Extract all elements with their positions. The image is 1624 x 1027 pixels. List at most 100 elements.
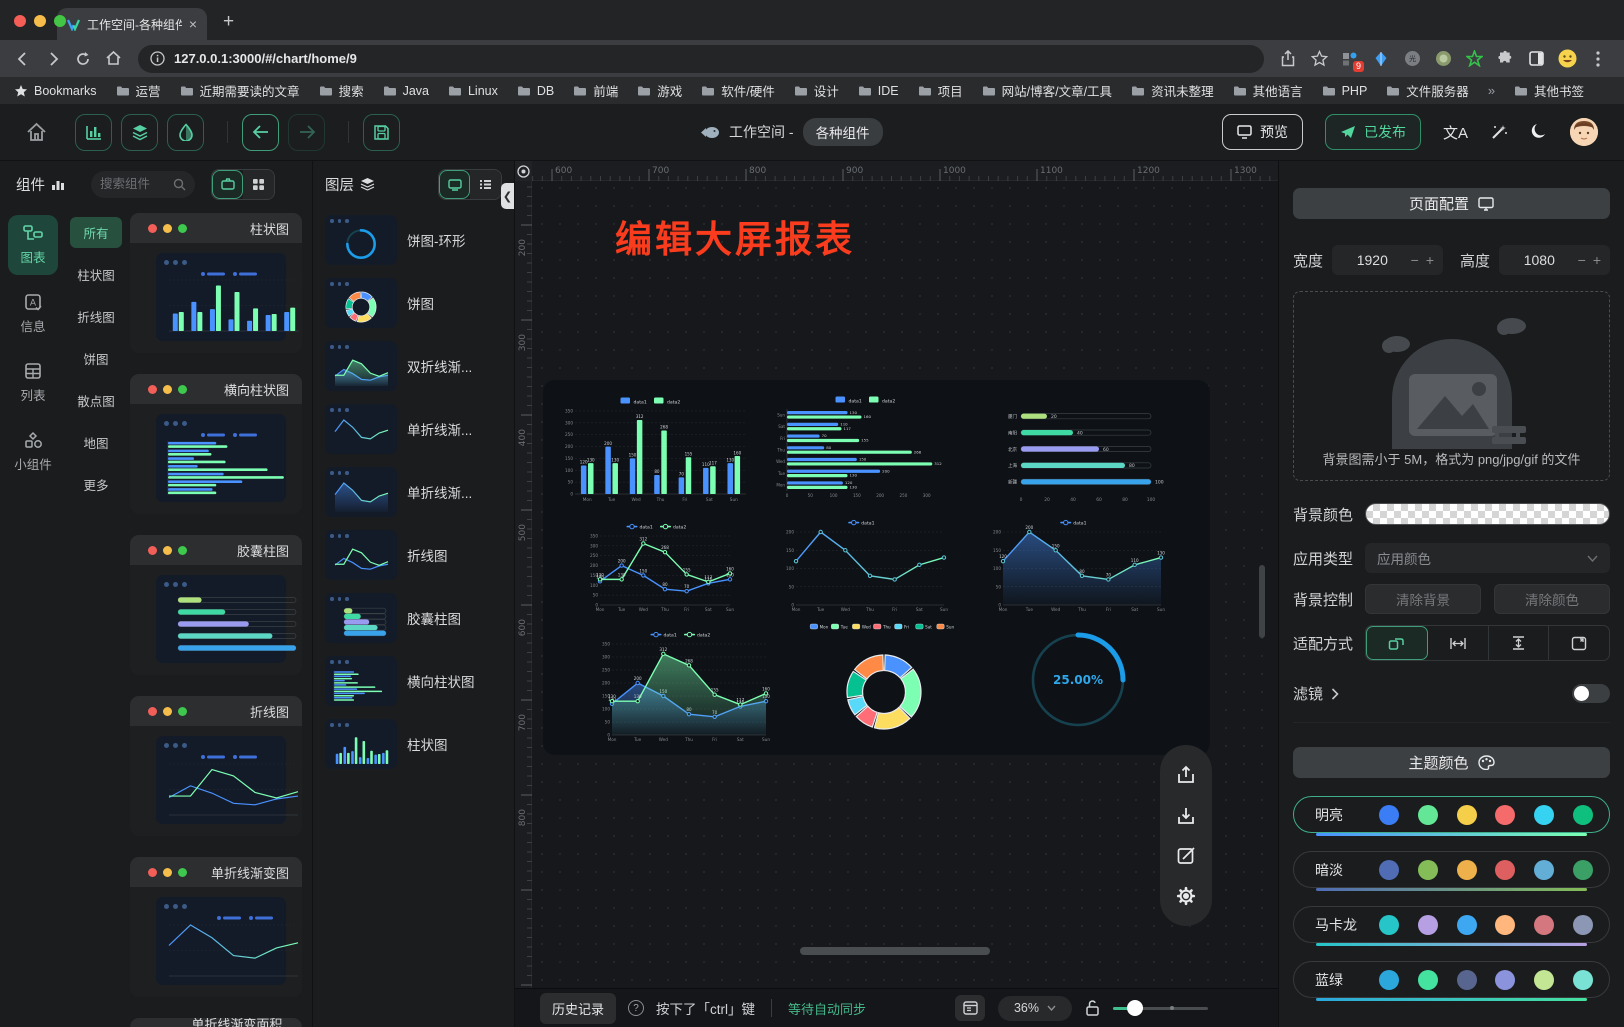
theme-color-dot[interactable]	[1495, 860, 1515, 880]
component-search-box[interactable]	[91, 171, 195, 198]
category-柱状图[interactable]: 柱状图	[70, 259, 122, 290]
bookmark-item[interactable]: 近期需要读的文章	[180, 81, 300, 100]
fit-scale-button[interactable]	[1366, 626, 1428, 660]
theme-row-暗淡[interactable]: 暗淡	[1293, 851, 1610, 888]
chart-bar[interactable]: data1data2050100150200250300350120200150…	[558, 394, 750, 504]
increment-icon[interactable]: +	[1593, 252, 1601, 268]
chart-hbar[interactable]: data1data2Sun130160Sat110117Fri70155Thu8…	[771, 394, 967, 500]
category-更多[interactable]: 更多	[70, 469, 122, 500]
home-icon[interactable]	[100, 46, 126, 72]
theme-color-dot[interactable]	[1457, 860, 1477, 880]
chart-line1[interactable]: data1050100150200MonTueWedThuFriSatSun	[779, 516, 951, 614]
theme-color-dot[interactable]	[1418, 805, 1438, 825]
sidebar-nav-小组件[interactable]: 小组件	[8, 422, 58, 482]
layer-item-单折线渐...[interactable]: 单折线渐...	[325, 404, 508, 454]
layer-item-饼图-环形[interactable]: 饼图-环形	[325, 215, 508, 265]
theme-color-dot[interactable]	[1573, 915, 1593, 935]
theme-color-dot[interactable]	[1379, 805, 1399, 825]
theme-color-dot[interactable]	[1534, 915, 1554, 935]
app-type-select[interactable]: 应用颜色	[1365, 543, 1610, 573]
dark-mode-moon-icon[interactable]	[1530, 123, 1548, 141]
clear-color-button[interactable]: 清除颜色	[1494, 584, 1610, 614]
layer-item-柱状图[interactable]: 柱状图	[325, 719, 508, 769]
bookmark-star-icon[interactable]	[1309, 49, 1329, 69]
theme-color-dot[interactable]	[1495, 915, 1515, 935]
fit-stretch-button[interactable]	[1549, 626, 1609, 660]
chart-pie[interactable]: MonTueWedThuFriSatSun	[799, 620, 969, 738]
category-散点图[interactable]: 散点图	[70, 385, 122, 416]
big-screen-title-text[interactable]: 编辑大屏报表	[615, 209, 855, 263]
component-card-横向柱状图[interactable]: 横向柱状图	[130, 374, 302, 514]
theme-row-马卡龙[interactable]: 马卡龙	[1293, 906, 1610, 943]
chart-ring[interactable]: 25.00%	[1011, 618, 1145, 736]
increment-icon[interactable]: +	[1426, 252, 1434, 268]
bookmark-item[interactable]: 搜索	[319, 81, 364, 100]
theme-color-dot[interactable]	[1457, 915, 1477, 935]
translate-icon[interactable]: 文A	[1443, 122, 1468, 143]
category-饼图[interactable]: 饼图	[70, 343, 122, 374]
clear-background-button[interactable]: 清除背景	[1365, 584, 1481, 614]
sidebar-extension-icon[interactable]	[1526, 49, 1546, 69]
theme-color-dot[interactable]	[1573, 970, 1593, 990]
theme-color-dot[interactable]	[1495, 805, 1515, 825]
bookmark-item[interactable]: 文件服务器	[1386, 81, 1469, 100]
chart-capsule[interactable]: 厦门20南阳40北京60上海80新疆100020406080100	[995, 400, 1173, 506]
tab-close-icon[interactable]: ×	[189, 16, 197, 32]
bookmark-item[interactable]: Linux	[448, 84, 498, 98]
zoom-slider[interactable]	[1113, 1007, 1208, 1010]
category-所有[interactable]: 所有	[70, 217, 122, 248]
history-button[interactable]: 历史记录	[540, 993, 616, 1024]
avatar-emoji-icon[interactable]	[1557, 49, 1577, 69]
bookmarks-overflow[interactable]: »	[1488, 83, 1495, 98]
project-name-badge[interactable]: 各种组件	[803, 118, 883, 146]
single-view-toggle-button[interactable]	[212, 170, 243, 199]
new-tab-button[interactable]: +	[223, 11, 234, 33]
height-value[interactable]: 1080	[1508, 252, 1571, 268]
edit-icon[interactable]	[1176, 845, 1197, 866]
component-card-单折线渐变图[interactable]: 单折线渐变图	[130, 857, 302, 997]
panel-layout-icon[interactable]	[955, 995, 985, 1021]
theme-color-dot[interactable]	[1457, 805, 1477, 825]
extension-grid-icon[interactable]: 9	[1340, 49, 1360, 69]
window-controls[interactable]	[14, 15, 66, 27]
width-value[interactable]: 1920	[1341, 252, 1404, 268]
menu-dots-icon[interactable]	[1588, 49, 1608, 69]
theme-color-dot[interactable]	[1379, 915, 1399, 935]
grid-view-toggle-button[interactable]	[243, 170, 274, 199]
bookmarks-root[interactable]: Bookmarks	[14, 84, 97, 98]
layer-item-胶囊柱图[interactable]: 胶囊柱图	[325, 593, 508, 643]
site-info-icon[interactable]	[150, 51, 165, 66]
bookmark-item[interactable]: 前端	[573, 81, 618, 100]
decrement-icon[interactable]: −	[1411, 252, 1419, 268]
theme-color-dot[interactable]	[1534, 860, 1554, 880]
bookmark-item[interactable]: 项目	[918, 81, 963, 100]
publish-button[interactable]: 已发布	[1325, 114, 1421, 150]
chevron-right-icon[interactable]	[1331, 688, 1339, 700]
save-button[interactable]	[363, 114, 400, 151]
bookmark-item[interactable]: 其他语言	[1233, 81, 1303, 100]
sidebar-nav-图表[interactable]: 图表	[8, 215, 58, 275]
back-icon[interactable]	[10, 46, 36, 72]
page-config-header[interactable]: 页面配置	[1293, 188, 1610, 219]
theme-color-dot[interactable]	[1379, 860, 1399, 880]
component-card-柱状图[interactable]: 柱状图	[130, 213, 302, 353]
share-icon[interactable]	[1278, 49, 1298, 69]
layer-item-横向柱状图[interactable]: 横向柱状图	[325, 656, 508, 706]
canvas-horizontal-scrollbar[interactable]	[800, 947, 990, 955]
close-window-button[interactable]	[14, 15, 26, 27]
theme-color-dot[interactable]	[1418, 915, 1438, 935]
component-card-单折线渐变面积图[interactable]: 单折线渐变面积图	[130, 1018, 302, 1027]
help-icon[interactable]: ?	[628, 1000, 644, 1016]
theme-color-dot[interactable]	[1379, 970, 1399, 990]
theme-color-dot[interactable]	[1418, 860, 1438, 880]
address-bar[interactable]: 127.0.0.1:3000/#/chart/home/9	[138, 45, 1264, 73]
theme-color-dot[interactable]	[1418, 970, 1438, 990]
green-star-extension-icon[interactable]	[1464, 49, 1484, 69]
bookmark-item[interactable]: 网站/博客/文章/工具	[982, 81, 1112, 100]
bookmark-item[interactable]: IDE	[858, 84, 899, 98]
bookmark-item[interactable]: 游戏	[637, 81, 682, 100]
theme-row-蓝绿[interactable]: 蓝绿	[1293, 961, 1610, 998]
canvas-vertical-scrollbar[interactable]	[1259, 565, 1265, 638]
bookmark-item[interactable]: PHP	[1322, 84, 1368, 98]
extension-circle-icon[interactable]: 光	[1402, 49, 1422, 69]
